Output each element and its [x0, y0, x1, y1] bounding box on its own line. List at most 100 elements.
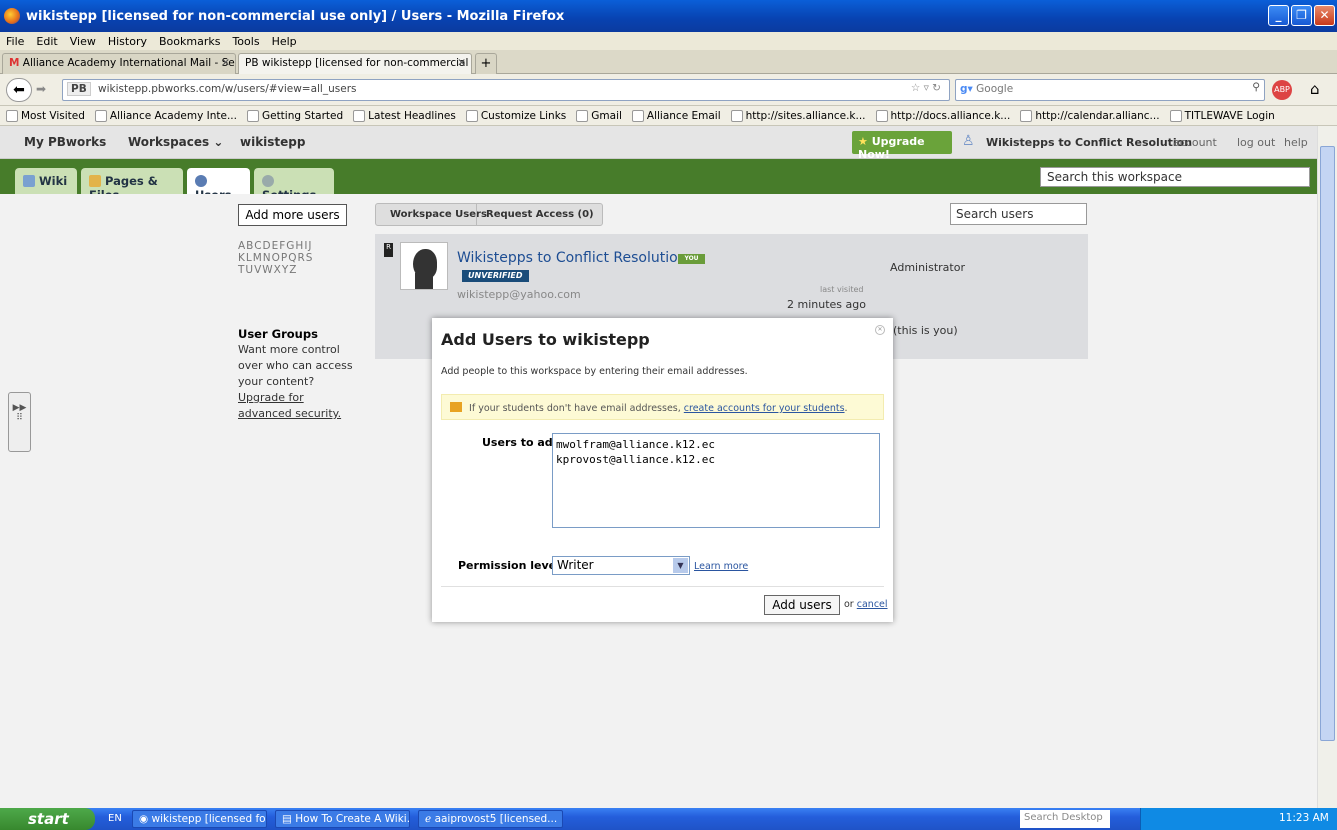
alphabet-row[interactable]: KLMNOPQRS — [238, 252, 348, 264]
google-search-box[interactable]: g▾ Google ⚲ — [955, 79, 1265, 101]
bookmark-alliance-academy[interactable]: Alliance Academy Inte... — [94, 109, 237, 122]
close-icon[interactable]: ✕ — [875, 325, 885, 335]
workspace-name[interactable]: wikistepp — [240, 135, 306, 149]
back-button[interactable]: ⬅ — [6, 78, 32, 102]
bookmark-titlewave[interactable]: TITLEWAVE Login — [1169, 109, 1275, 122]
maximize-button[interactable]: ❐ — [1291, 5, 1312, 26]
bookmark-icon — [94, 109, 107, 122]
system-tray: 11:23 AM — [1140, 808, 1337, 830]
you-badge: YOU — [678, 254, 705, 264]
bookmark-latest-headlines[interactable]: Latest Headlines — [353, 109, 456, 122]
bookmark-icon — [1169, 109, 1182, 122]
alphabet-filter[interactable]: ABCDEFGHIJ KLMNOPQRS TUVWXYZ — [238, 240, 348, 276]
account-link[interactable]: account — [1173, 136, 1217, 149]
task-how-to-create[interactable]: ▤ How To Create A Wiki... — [275, 810, 410, 828]
log-out-link[interactable]: log out — [1237, 136, 1275, 149]
user-list-tabs: Workspace Users Request Access (0) — [375, 203, 603, 226]
sidebar-toggle-handle[interactable]: ▶▶ ⠿ — [8, 392, 31, 452]
tab-users[interactable]: Users — [187, 168, 250, 202]
bookmark-most-visited[interactable]: Most Visited — [6, 109, 85, 122]
user-name[interactable]: Wikistepps to Conflict Resolution — [457, 250, 687, 266]
url-bar[interactable]: PB wikistepp.pbworks.com/w/users/#view=a… — [62, 79, 950, 101]
minimize-button[interactable]: _ — [1268, 5, 1289, 26]
students-note: If your students don't have email addres… — [441, 394, 884, 420]
gear-icon — [262, 175, 274, 187]
adblock-icon[interactable]: ABP — [1272, 80, 1292, 100]
close-tab-icon[interactable]: ✕ — [221, 57, 230, 69]
upgrade-security-link[interactable]: Upgrade for advanced security. — [238, 391, 341, 420]
bookmark-gmail[interactable]: Gmail — [576, 109, 622, 122]
scrollbar-thumb[interactable] — [1320, 146, 1335, 741]
menu-edit[interactable]: Edit — [36, 35, 57, 48]
clock[interactable]: 11:23 AM — [1279, 812, 1329, 824]
search-users-input[interactable]: Search users — [950, 203, 1087, 225]
menu-view[interactable]: View — [70, 35, 96, 48]
bookmark-star-icon[interactable]: ☆ ▿ ↻ — [911, 82, 941, 94]
this-is-you-label: (this is you) — [893, 324, 958, 337]
window-title: wikistepp [licensed for non-commercial u… — [26, 8, 565, 24]
bookmark-docs[interactable]: http://docs.alliance.k... — [875, 109, 1010, 122]
bookmark-customize-links[interactable]: Customize Links — [465, 109, 566, 122]
window-title-bar: wikistepp [licensed for non-commercial u… — [0, 0, 1337, 32]
close-tab-icon[interactable]: ✕ — [457, 57, 466, 69]
desktop-search-input[interactable]: Search Desktop — [1020, 810, 1110, 828]
menu-history[interactable]: History — [108, 35, 147, 48]
bookmark-calendar[interactable]: http://calendar.allianc... — [1020, 109, 1160, 122]
help-link[interactable]: help — [1284, 136, 1308, 149]
tab-workspace-users[interactable]: Workspace Users — [390, 209, 487, 220]
site-identity-icon[interactable]: PB — [67, 82, 91, 96]
users-to-add-field[interactable]: mwolfram@alliance.k12.ec kprovost@allian… — [552, 433, 880, 528]
tab-pages-files[interactable]: Pages & Files — [81, 168, 183, 202]
menu-help[interactable]: Help — [272, 35, 297, 48]
dialog-divider — [441, 586, 884, 587]
bookmark-alliance-email[interactable]: Alliance Email — [631, 109, 721, 122]
last-visited-value: 2 minutes ago — [787, 298, 866, 311]
start-button[interactable]: start — [0, 808, 95, 830]
add-more-users-button[interactable]: Add more users — [238, 204, 347, 226]
bookmark-getting-started[interactable]: Getting Started — [246, 109, 343, 122]
new-tab-button[interactable]: + — [475, 53, 497, 74]
upgrade-button[interactable]: ★ Upgrade Now! — [852, 131, 952, 161]
task-firefox[interactable]: ◉ wikistepp [licensed fo... — [132, 810, 267, 828]
close-window-button[interactable]: ✕ — [1314, 5, 1335, 26]
menu-tools[interactable]: Tools — [232, 35, 259, 48]
users-icon — [195, 175, 207, 187]
last-visited-label: last visited — [820, 285, 864, 294]
tab-wiki[interactable]: Wiki — [15, 168, 77, 194]
chevron-down-icon[interactable]: ▼ — [673, 558, 688, 573]
forward-button[interactable]: ➡ — [36, 82, 46, 96]
tab-request-access[interactable]: Request Access (0) — [486, 209, 594, 220]
task-ie[interactable]: ℯ aaiprovost5 [licensed... — [418, 810, 563, 828]
browser-tab-label: Alliance Academy International Mail - Se… — [22, 57, 236, 69]
bookmark-icon — [1020, 109, 1033, 122]
home-icon[interactable]: ⌂ — [1310, 80, 1320, 98]
alphabet-row[interactable]: ABCDEFGHIJ — [238, 240, 348, 252]
cancel-link[interactable]: cancel — [857, 599, 888, 610]
workspace-search-input[interactable]: Search this workspace — [1040, 167, 1310, 187]
flag-icon — [450, 402, 462, 412]
bookmark-icon — [246, 109, 259, 122]
vertical-scrollbar[interactable] — [1317, 126, 1337, 808]
add-users-button[interactable]: Add users — [764, 595, 840, 615]
gmail-icon: M — [9, 57, 20, 69]
bookmark-sites[interactable]: http://sites.alliance.k... — [730, 109, 866, 122]
permission-level-select[interactable]: Writer ▼ — [552, 556, 690, 575]
menu-bookmarks[interactable]: Bookmarks — [159, 35, 220, 48]
create-student-accounts-link[interactable]: create accounts for your students — [684, 403, 845, 414]
browser-tab-mail[interactable]: M Alliance Academy International Mail - … — [2, 53, 236, 74]
search-icon[interactable]: ⚲ — [1252, 81, 1260, 93]
current-user-name[interactable]: Wikistepps to Conflict Resolution — [986, 136, 1192, 149]
browser-tab-pbworks[interactable]: PB wikistepp [licensed for non-commercia… — [238, 53, 472, 74]
my-pbworks-link[interactable]: My PBworks — [24, 135, 106, 149]
workspaces-menu[interactable]: Workspaces ⌄ — [128, 135, 223, 149]
learn-more-link[interactable]: Learn more — [694, 561, 748, 572]
user-groups-text: Want more control over who can access yo… — [238, 342, 358, 422]
bookmark-icon — [576, 109, 589, 122]
user-email: wikistepp@yahoo.com — [457, 288, 581, 301]
alphabet-row[interactable]: TUVWXYZ — [238, 264, 348, 276]
bookmark-icon — [6, 109, 18, 122]
task-label: aaiprovost5 [licensed... — [434, 813, 558, 825]
tab-settings[interactable]: Settings — [254, 168, 334, 202]
language-indicator[interactable]: EN — [108, 813, 122, 824]
menu-file[interactable]: File — [6, 35, 24, 48]
